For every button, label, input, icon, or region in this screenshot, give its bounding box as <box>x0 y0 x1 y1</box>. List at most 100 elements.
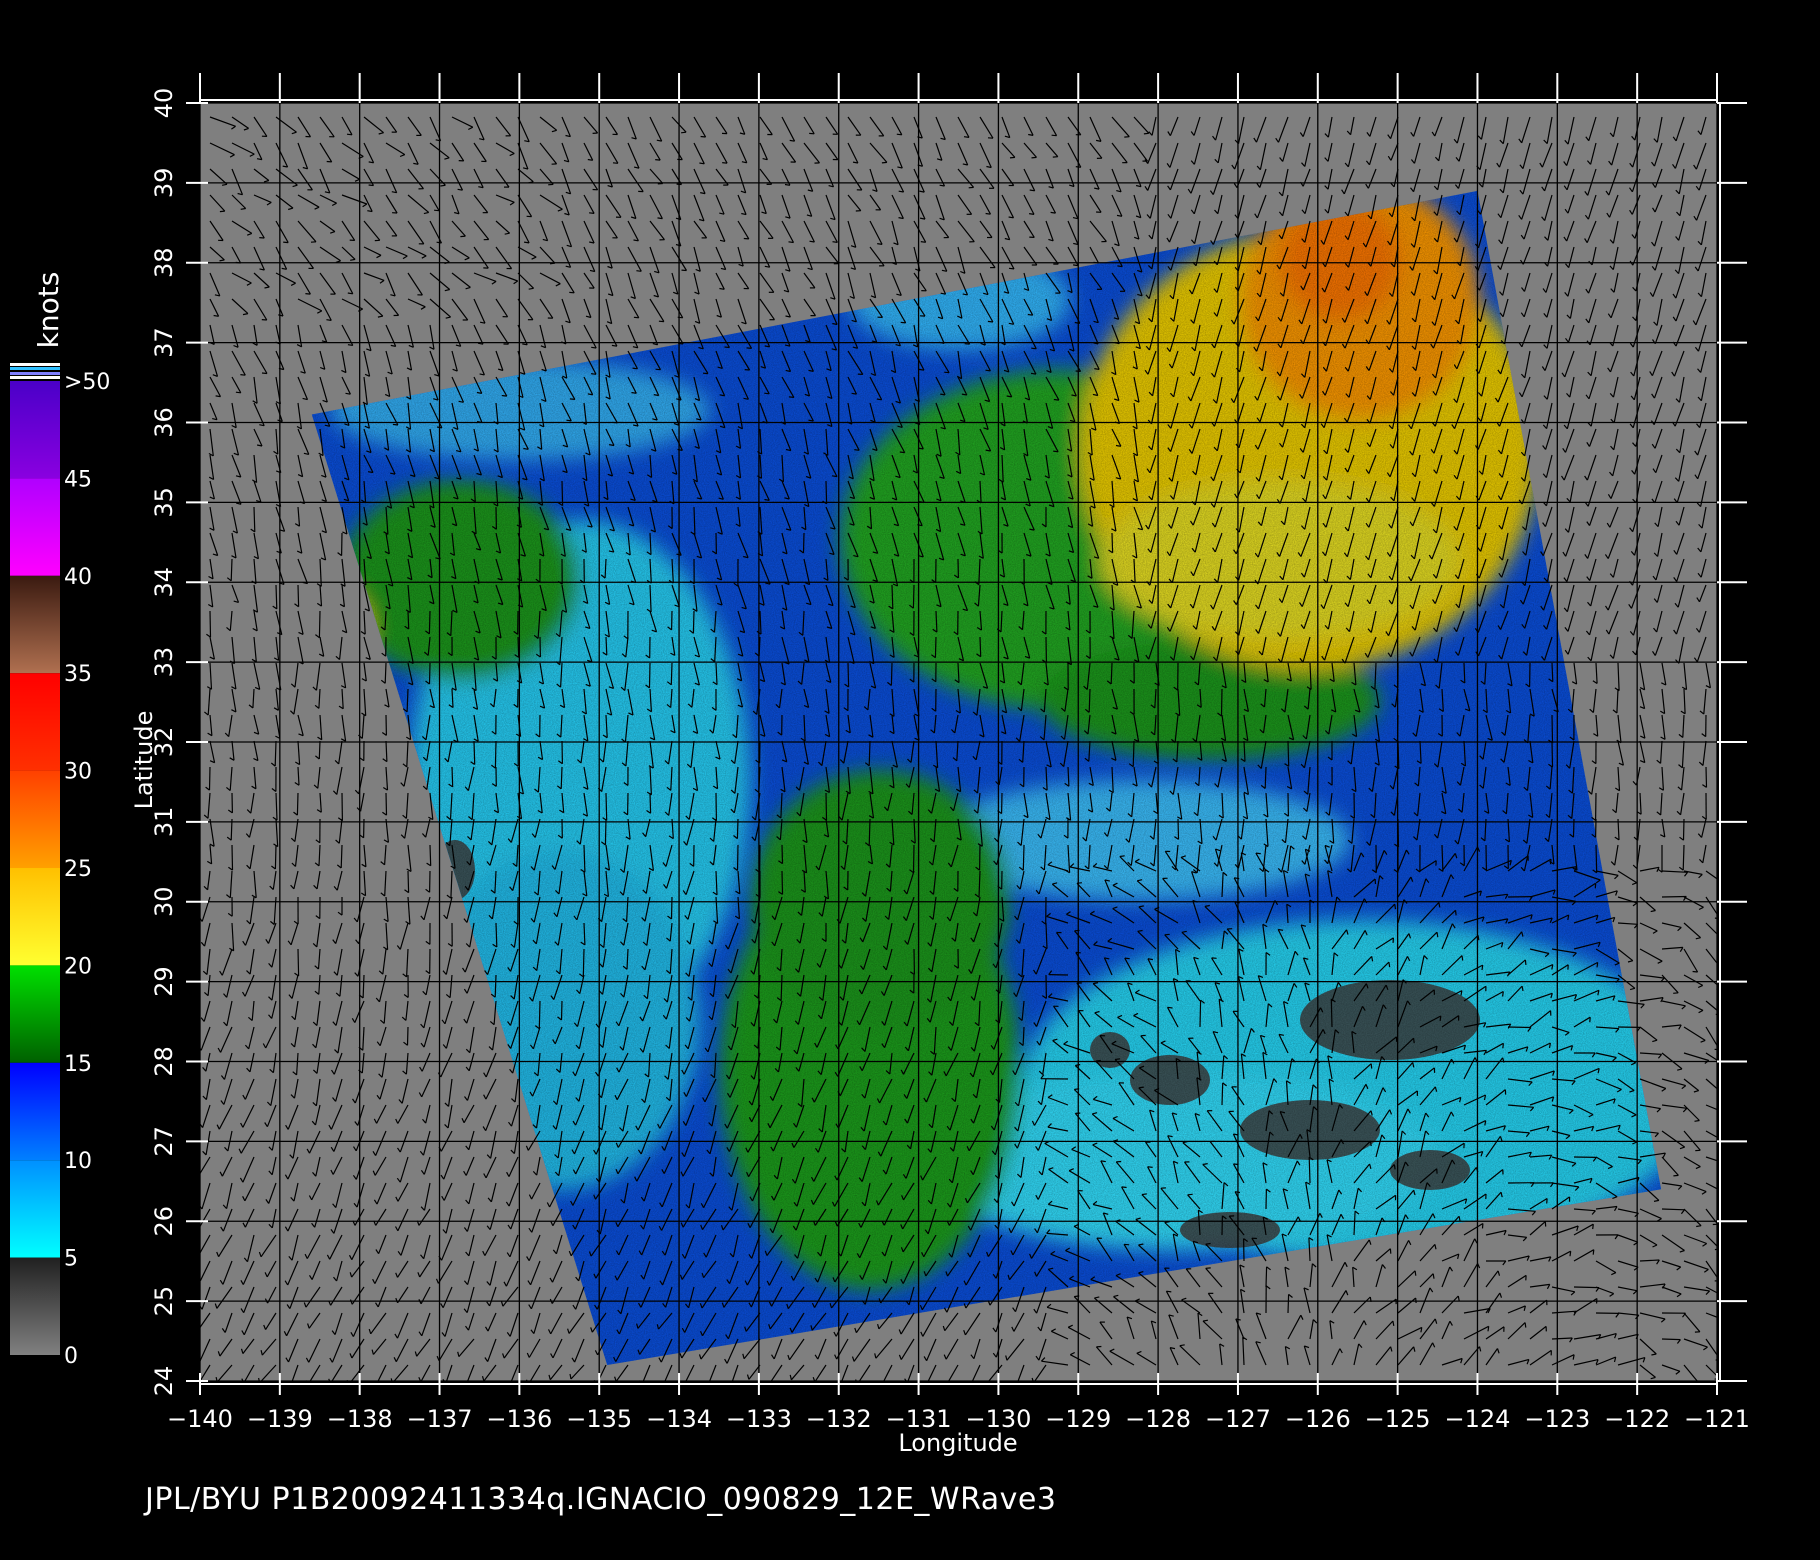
wind-barb <box>384 662 387 684</box>
wind-barb <box>385 792 388 816</box>
wind-barb <box>1661 895 1687 898</box>
wind-barb-flag <box>440 184 446 187</box>
wind-barb-flag <box>569 398 575 400</box>
wind-barb-flag <box>724 346 730 349</box>
wind-barb-flag <box>789 139 795 142</box>
wind-barb <box>802 532 805 554</box>
wind-barb-flag <box>1164 933 1170 936</box>
wind-barb <box>1705 766 1708 788</box>
wind-barb-flag <box>1143 132 1149 135</box>
wind-barb <box>692 610 695 634</box>
wind-barb <box>868 818 871 846</box>
wind-barb-flag <box>985 212 991 215</box>
wind-barb-flag <box>1461 955 1464 961</box>
wind-barb <box>1264 766 1267 789</box>
wind-barb-flag <box>213 314 219 317</box>
wind-barb-flag <box>589 212 595 214</box>
wind-barb-flag <box>746 347 752 349</box>
wind-barb-flag <box>1394 904 1397 910</box>
wind-barb-flag <box>1502 991 1504 997</box>
wind-barb <box>825 480 828 504</box>
wind-barb-flag <box>633 316 639 319</box>
wind-barb <box>538 1000 541 1029</box>
wind-barb <box>340 844 343 869</box>
wind-barb <box>1551 714 1554 743</box>
wind-barb-flag <box>501 394 507 397</box>
wind-barb-flag <box>305 293 311 295</box>
wind-barb-flag <box>940 393 946 396</box>
wind-barb <box>912 844 915 873</box>
wind-barb <box>1330 999 1333 1028</box>
wind-barb-flag <box>566 419 572 422</box>
wind-barb-flag <box>1009 156 1015 159</box>
wind-barb-flag <box>346 133 353 136</box>
wind-barb <box>890 662 893 686</box>
wind-barb-flag <box>963 136 970 138</box>
wind-barb-flag <box>1454 910 1457 916</box>
wind-barb-flag <box>1119 855 1125 858</box>
wind-barb <box>1110 662 1113 685</box>
wind-barb <box>274 740 277 767</box>
wind-barb <box>979 636 982 657</box>
wind-barb-flag <box>700 135 706 138</box>
wind-barb-flag <box>633 239 639 242</box>
wind-barb-flag <box>719 287 725 290</box>
wind-barb <box>891 584 894 609</box>
wind-barb <box>670 662 673 685</box>
wind-barb-flag <box>832 241 838 243</box>
wind-barb <box>297 584 300 607</box>
wind-barb-flag <box>612 162 618 164</box>
wind-barb <box>1507 1026 1531 1029</box>
wind-barb-flag <box>1031 156 1037 159</box>
wind-barb-flag <box>240 207 246 210</box>
wind-barb <box>318 610 321 638</box>
wind-barb-flag <box>1008 216 1014 219</box>
wind-barb-flag <box>215 395 221 398</box>
wind-barb-flag <box>896 133 902 136</box>
wind-barb-flag <box>788 241 794 244</box>
wind-barb <box>406 1026 409 1046</box>
wind-barb-flag <box>655 368 661 371</box>
wind-map-figure: −140 −139 −138 −137 −136 −135 −134 −133 −132 −131… <box>10 73 1750 1457</box>
wind-barb <box>934 636 937 658</box>
wind-barb-flag <box>591 346 597 349</box>
wind-barb-flag <box>944 371 950 374</box>
wind-barb-flag <box>326 319 332 321</box>
wind-barb <box>670 896 673 920</box>
wind-barb-flag <box>1053 398 1059 401</box>
wind-barb <box>231 844 234 871</box>
wind-barb-flag <box>235 391 241 394</box>
wind-barb <box>494 740 497 769</box>
wind-barb-flag <box>1596 962 1599 968</box>
wind-barb-flag <box>898 190 904 193</box>
wind-barb <box>407 610 410 630</box>
wind-barb-flag <box>587 158 593 161</box>
wind-barb-flag <box>283 241 289 244</box>
wind-barb <box>1551 662 1554 682</box>
wind-barb <box>1132 740 1135 767</box>
wind-barb-flag <box>1073 264 1079 267</box>
wind-barb <box>495 922 498 948</box>
wind-barb <box>274 844 277 870</box>
wind-barb-flag <box>939 184 945 187</box>
wind-barb <box>604 818 607 845</box>
wind-barb <box>209 610 212 638</box>
wind-barb-flag <box>611 344 617 347</box>
wind-barb-flag <box>657 217 663 220</box>
wind-barb <box>1088 688 1091 713</box>
wind-barb-flag <box>392 423 398 426</box>
wind-barb-flag <box>1029 213 1035 215</box>
wind-barb-flag <box>681 131 687 134</box>
wind-barb-flag <box>1549 859 1552 865</box>
wind-barb-flag <box>347 292 353 295</box>
wind-barb-flag <box>1388 962 1391 968</box>
wind-barb <box>1199 1000 1202 1028</box>
wind-barb-flag <box>347 344 353 346</box>
wind-barb <box>582 948 585 977</box>
wind-barb-flag <box>434 209 440 212</box>
wind-barb-flag <box>1008 267 1015 270</box>
wind-barb-flag <box>1030 372 1036 375</box>
wind-barb <box>297 948 300 977</box>
wind-barb-flag <box>1124 957 1130 960</box>
wind-barb <box>230 558 233 581</box>
